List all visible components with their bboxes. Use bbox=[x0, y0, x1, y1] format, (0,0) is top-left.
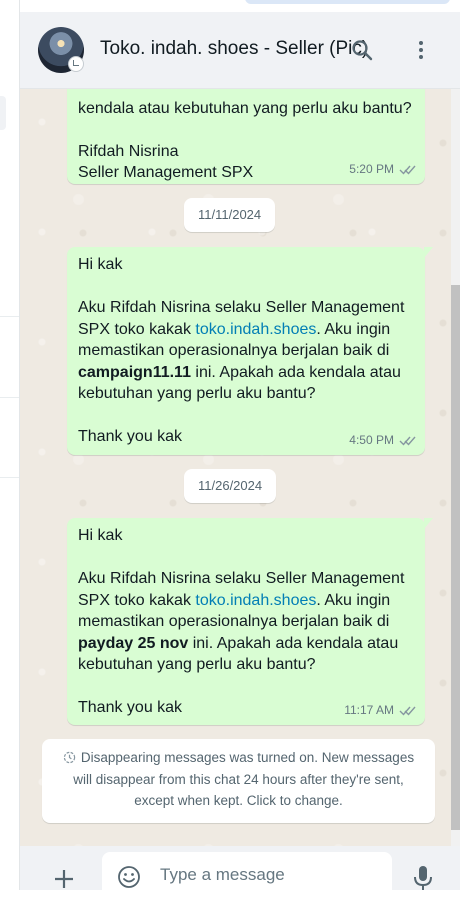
bubble-tail bbox=[424, 247, 433, 258]
disappearing-messages-notice[interactable]: Disappearing messages was turned on. New… bbox=[42, 739, 435, 823]
chat-title[interactable]: Toko. indah. shoes - Seller (Pic) bbox=[100, 38, 368, 60]
message-body: Aku Rifdah Nisrina selaku Seller Managem… bbox=[78, 297, 415, 405]
composer-bar bbox=[20, 846, 460, 898]
browser-tab-pill bbox=[245, 0, 450, 4]
message-bubble-outgoing[interactable]: Hi kak Aku Rifdah Nisrina selaku Seller … bbox=[67, 247, 433, 455]
store-link[interactable]: toko.indah.shoes bbox=[195, 321, 316, 338]
message-text: kendala atau kebutuhan yang perlu aku ba… bbox=[78, 99, 412, 117]
chat-list-selection bbox=[0, 96, 6, 130]
message-bubble-outgoing[interactable]: kendala atau kebutuhan yang perlu aku ba… bbox=[67, 89, 425, 184]
plus-icon[interactable] bbox=[53, 868, 75, 890]
emoji-icon[interactable] bbox=[117, 865, 141, 889]
message-time: 4:50 PM bbox=[349, 432, 394, 447]
conversation-panel[interactable]: kendala atau kebutuhan yang perlu aku ba… bbox=[20, 89, 460, 846]
chat-list-edge bbox=[0, 0, 20, 890]
double-check-icon bbox=[399, 436, 416, 446]
chat-list-divider bbox=[0, 316, 19, 317]
double-check-icon bbox=[399, 706, 416, 716]
campaign-name: payday 25 nov bbox=[78, 634, 189, 652]
message-input[interactable] bbox=[102, 852, 392, 898]
chat-list-divider bbox=[0, 397, 19, 398]
message-meta: 5:20 PM bbox=[349, 159, 416, 181]
chat-header[interactable]: Toko. indah. shoes - Seller (Pic) bbox=[20, 12, 460, 89]
notice-text: Disappearing messages was turned on. New… bbox=[73, 750, 415, 808]
bubble-tail bbox=[424, 518, 433, 529]
message-body: Aku Rifdah Nisrina selaku Seller Managem… bbox=[78, 568, 415, 676]
campaign-name: campaign11.11 bbox=[78, 363, 191, 381]
message-time: 5:20 PM bbox=[349, 161, 394, 176]
message-greeting: Hi kak bbox=[78, 256, 123, 273]
mic-icon[interactable] bbox=[411, 865, 435, 891]
store-link[interactable]: toko.indah.shoes bbox=[195, 592, 316, 609]
message-greeting: Hi kak bbox=[78, 527, 123, 544]
scrollbar-thumb[interactable] bbox=[451, 285, 460, 830]
message-meta: 4:50 PM bbox=[349, 430, 416, 452]
search-icon[interactable] bbox=[350, 38, 374, 62]
message-bubble-outgoing[interactable]: Hi kak Aku Rifdah Nisrina selaku Seller … bbox=[67, 518, 433, 725]
chat-list-divider bbox=[0, 477, 19, 478]
timer-icon bbox=[63, 751, 76, 764]
date-separator: 11/11/2024 bbox=[184, 198, 276, 232]
menu-icon[interactable] bbox=[409, 38, 433, 62]
double-check-icon bbox=[399, 165, 416, 175]
disappearing-timer-badge-icon bbox=[68, 56, 84, 72]
message-meta: 11:17 AM bbox=[344, 700, 416, 722]
message-time: 11:17 AM bbox=[344, 702, 394, 717]
message-text bbox=[78, 89, 415, 98]
window-edge bbox=[460, 12, 476, 890]
date-separator: 11/26/2024 bbox=[184, 469, 277, 503]
